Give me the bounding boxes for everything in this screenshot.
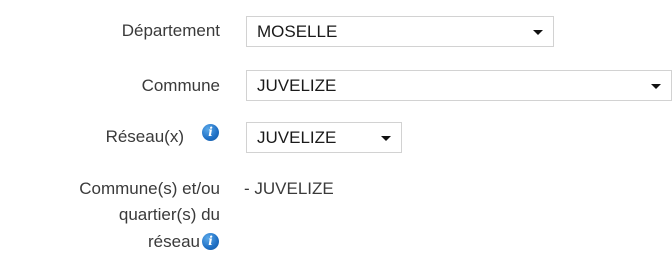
info-icon[interactable]: i <box>202 233 219 250</box>
chevron-down-icon <box>651 84 661 89</box>
chevron-down-icon <box>533 30 543 35</box>
reseau-select[interactable]: JUVELIZE <box>246 122 402 153</box>
communes-reseau-label-line3: réseau <box>148 232 200 251</box>
departement-select-value: MOSELLE <box>257 22 338 41</box>
chevron-down-icon <box>381 136 391 141</box>
reseau-select-value: JUVELIZE <box>257 128 337 147</box>
commune-select-value: JUVELIZE <box>257 76 337 95</box>
departement-label: Département <box>121 21 220 40</box>
communes-reseau-value: - JUVELIZE <box>244 179 334 198</box>
commune-label: Commune <box>141 76 220 95</box>
communes-reseau-label-line2: quartier(s) du <box>118 205 220 224</box>
departement-select[interactable]: MOSELLE <box>246 16 554 47</box>
communes-reseau-label-line1: Commune(s) et/ou <box>79 179 220 198</box>
commune-select[interactable]: JUVELIZE <box>246 70 672 101</box>
info-icon[interactable]: i <box>202 124 219 141</box>
reseau-label: Réseau(x) <box>105 127 184 146</box>
